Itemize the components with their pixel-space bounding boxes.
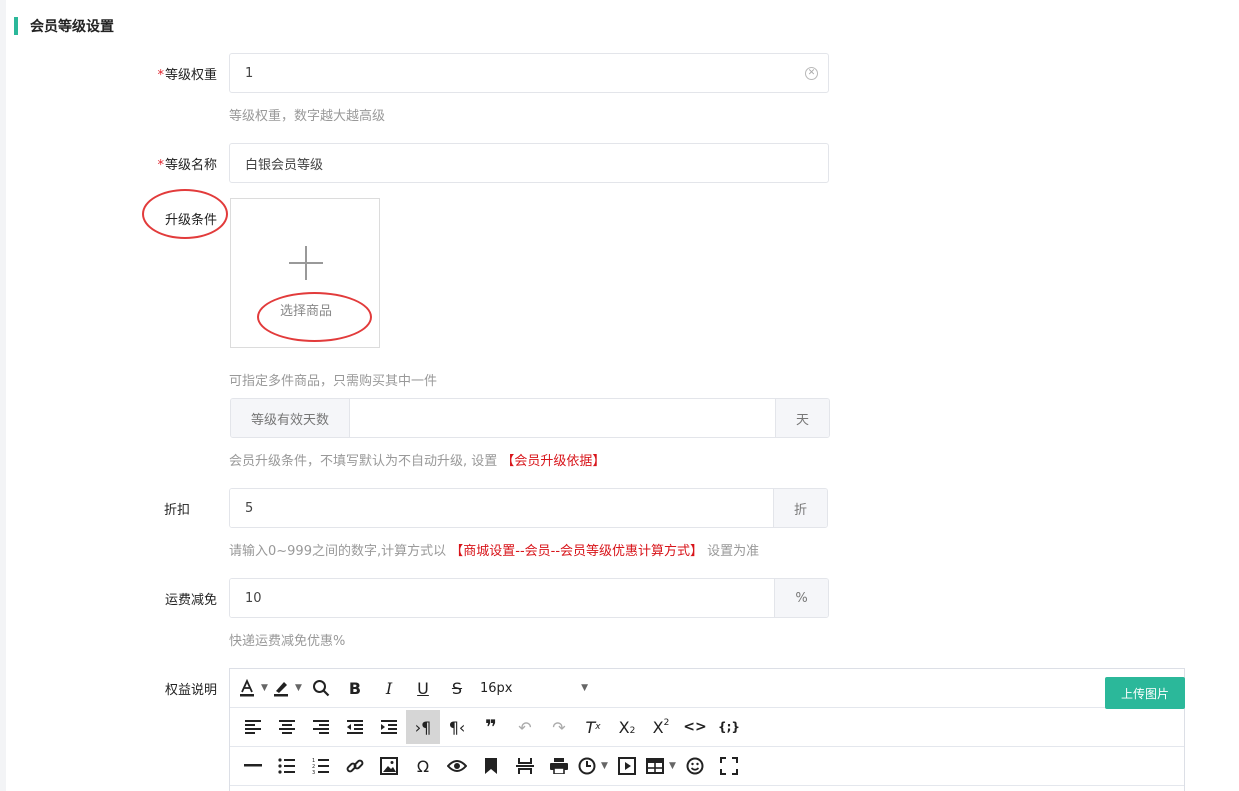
- plus-icon-vertical: [305, 246, 307, 280]
- table-button[interactable]: ▼: [644, 749, 678, 783]
- bold-button[interactable]: B: [338, 671, 372, 705]
- valid-days-input-group: 等级有效天数 天: [230, 398, 830, 438]
- member-upgrade-basis-link[interactable]: 【会员升级依据】: [501, 454, 605, 469]
- valid-days-input[interactable]: [350, 399, 775, 437]
- level-name-input[interactable]: 白银会员等级: [229, 143, 829, 183]
- editor-toolbar-row-3: 123 Ω ▼ ▼: [230, 747, 1184, 786]
- rich-text-editor: ▼ ▼ B I U S 16px ▼ ›¶ ¶‹ ❞ ↶ ↷ T x X 2 X…: [229, 668, 1185, 791]
- align-right-icon[interactable]: [304, 710, 338, 744]
- indent-icon[interactable]: [372, 710, 406, 744]
- preview-eye-icon[interactable]: [440, 749, 474, 783]
- discount-suffix: 折: [773, 489, 827, 527]
- upgrade-condition-hint-text: 会员升级条件，不填写默认为不自动升级, 设置: [229, 454, 502, 469]
- font-size-value: 16px: [480, 680, 513, 696]
- align-center-icon[interactable]: [270, 710, 304, 744]
- required-mark: *: [157, 158, 164, 173]
- section-accent-bar: [14, 17, 18, 35]
- subscript-icon[interactable]: X2: [610, 710, 644, 744]
- shipping-hint: 快递运费减免优惠%: [229, 634, 346, 649]
- editor-toolbar-row-2: ›¶ ¶‹ ❞ ↶ ↷ Tx X2 X2 <> {;}: [230, 708, 1184, 747]
- discount-hint-text: 请输入0~999之间的数字,计算方式以: [229, 544, 451, 559]
- shipping-input-group: 10 %: [229, 578, 829, 618]
- discount-input[interactable]: 5: [230, 489, 773, 527]
- chevron-down-icon: ▼: [261, 683, 268, 693]
- font-size-select[interactable]: 16px ▼: [474, 671, 594, 705]
- link-icon[interactable]: [338, 749, 372, 783]
- horizontal-rule-icon[interactable]: [236, 749, 270, 783]
- superscript-icon[interactable]: X2: [644, 710, 678, 744]
- shipping-suffix: %: [774, 579, 828, 617]
- datetime-button[interactable]: ▼: [576, 749, 610, 783]
- annotation-circle: [257, 292, 372, 342]
- chevron-down-icon: ▼: [295, 683, 302, 693]
- undo-icon[interactable]: ↶: [508, 710, 542, 744]
- section-title: 会员等级设置: [30, 19, 114, 35]
- print-icon[interactable]: [542, 749, 576, 783]
- emoji-icon[interactable]: [678, 749, 712, 783]
- bookmark-icon[interactable]: [474, 749, 508, 783]
- discount-label: 折扣: [163, 503, 190, 518]
- image-icon[interactable]: [372, 749, 406, 783]
- highlight-color-button[interactable]: ▼: [270, 671, 304, 705]
- strikethrough-button[interactable]: S: [440, 671, 474, 705]
- required-mark: *: [157, 68, 164, 83]
- code-block-icon[interactable]: {;}: [712, 710, 746, 744]
- annotation-circle: [142, 189, 228, 239]
- blockquote-icon[interactable]: ❞: [474, 710, 508, 744]
- valid-days-suffix: 天: [775, 399, 829, 437]
- media-icon[interactable]: [610, 749, 644, 783]
- code-icon[interactable]: <>: [678, 710, 712, 744]
- special-char-icon[interactable]: Ω: [406, 749, 440, 783]
- align-left-icon[interactable]: [236, 710, 270, 744]
- discount-hint-suffix: 设置为准: [703, 544, 760, 559]
- benefits-label: 权益说明: [164, 683, 217, 698]
- rtl-direction-icon[interactable]: ¶‹: [440, 710, 474, 744]
- clear-format-icon[interactable]: Tx: [576, 710, 610, 744]
- shipping-input[interactable]: 10: [230, 579, 774, 617]
- underline-button[interactable]: U: [406, 671, 440, 705]
- level-weight-input[interactable]: 1 ✕: [229, 53, 829, 93]
- bullet-list-icon[interactable]: [270, 749, 304, 783]
- discount-hint: 请输入0~999之间的数字,计算方式以 【商城设置--会员--会员等级优惠计算方…: [229, 540, 759, 559]
- level-weight-value: 1: [245, 65, 254, 81]
- search-icon[interactable]: [304, 671, 338, 705]
- chevron-down-icon: ▼: [601, 761, 608, 771]
- numbered-list-icon[interactable]: 123: [304, 749, 338, 783]
- italic-button[interactable]: I: [372, 671, 406, 705]
- upgrade-condition-hint: 会员升级条件，不填写默认为不自动升级, 设置 【会员升级依据】: [229, 450, 605, 469]
- outdent-icon[interactable]: [338, 710, 372, 744]
- svg-text:3: 3: [312, 770, 315, 774]
- page-left-strip: [0, 0, 6, 791]
- upgrade-product-hint: 可指定多件商品，只需购买其中一件: [229, 374, 438, 389]
- clear-icon[interactable]: ✕: [805, 67, 818, 80]
- level-name-value: 白银会员等级: [245, 157, 324, 173]
- discount-input-group: 5 折: [229, 488, 828, 528]
- chevron-down-icon: ▼: [669, 761, 676, 771]
- valid-days-prefix: 等级有效天数: [231, 399, 350, 437]
- page-break-icon[interactable]: [508, 749, 542, 783]
- discount-calc-link[interactable]: 【商城设置--会员--会员等级优惠计算方式】: [450, 544, 703, 559]
- redo-icon[interactable]: ↷: [542, 710, 576, 744]
- ltr-direction-icon[interactable]: ›¶: [406, 710, 440, 744]
- fullscreen-icon[interactable]: [712, 749, 746, 783]
- editor-toolbar-row-1: ▼ ▼ B I U S 16px ▼: [230, 669, 1184, 708]
- section-header: 会员等级设置: [14, 17, 114, 35]
- font-color-button[interactable]: ▼: [236, 671, 270, 705]
- level-weight-hint: 等级权重，数字越大越高级: [229, 109, 386, 124]
- level-weight-label-text: 等级权重: [164, 68, 217, 83]
- shipping-label: 运费减免: [164, 593, 217, 608]
- chevron-down-icon: ▼: [581, 683, 588, 693]
- level-weight-label: *等级权重: [107, 64, 217, 83]
- level-name-label: *等级名称: [107, 154, 217, 173]
- level-name-label-text: 等级名称: [164, 158, 217, 173]
- upload-image-button[interactable]: 上传图片: [1105, 677, 1185, 709]
